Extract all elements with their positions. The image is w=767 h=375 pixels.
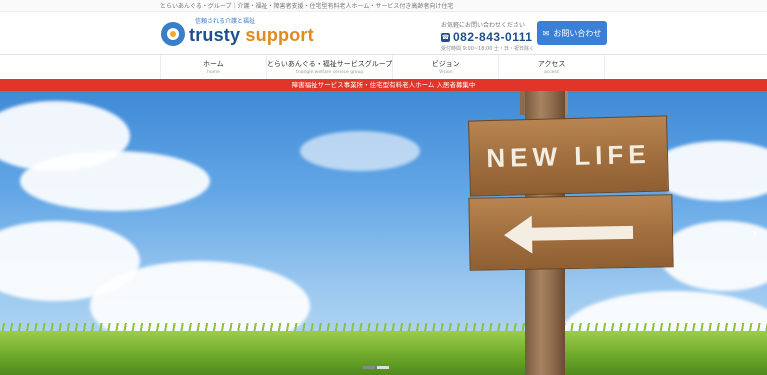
nav-label: アクセス bbox=[537, 60, 566, 68]
nav-sub-label: triangle welfare service group bbox=[295, 70, 364, 75]
contact-button[interactable]: ✉ お問い合わせ bbox=[537, 21, 607, 45]
nav-label: ビジョン bbox=[431, 60, 460, 68]
cloud bbox=[300, 131, 420, 171]
cloud bbox=[20, 151, 210, 211]
chevron-right-icon[interactable]: › bbox=[752, 226, 758, 242]
contact-block: お気軽にお問い合わせください ☎ 082-843-0111 受付時間 9:00~… bbox=[441, 20, 534, 52]
slider-dot[interactable] bbox=[363, 366, 375, 369]
nav-sub-label: access bbox=[543, 70, 560, 75]
hero-slider: NEW LIFE › bbox=[0, 91, 767, 375]
phone-row[interactable]: ☎ 082-843-0111 bbox=[441, 30, 534, 44]
logo-name-main: trusty bbox=[189, 25, 246, 45]
logo-texts: 信頼される介護と福祉 trusty support bbox=[189, 18, 314, 46]
notice-text: 障害福祉サービス事業所・住宅型有料老人ホーム 入居者募集中 bbox=[291, 81, 476, 89]
nav-sub-label: home bbox=[207, 70, 220, 75]
arrow-shaft bbox=[527, 225, 634, 241]
main-nav-items: ホーム home とらいあんぐる・福祉サービスグループ triangle wel… bbox=[160, 55, 605, 79]
top-info-text: とらいあんぐる・グループ｜介護・福祉・障害者支援・住宅型有料老人ホーム・サービス… bbox=[160, 3, 454, 10]
nav-item-access[interactable]: アクセス access bbox=[498, 55, 605, 79]
nav-item-group[interactable]: とらいあんぐる・福祉サービスグループ triangle welfare serv… bbox=[265, 55, 393, 79]
cloud bbox=[660, 221, 767, 291]
business-hours: 受付時間 9:00~18:00 土・日・祝日除く bbox=[441, 46, 535, 52]
slider-pagination bbox=[362, 366, 390, 369]
phone-number[interactable]: 082-843-0111 bbox=[453, 30, 532, 44]
nav-item-vision[interactable]: ビジョン Vision bbox=[392, 55, 498, 79]
nav-item-home[interactable]: ホーム home bbox=[160, 55, 266, 79]
sign-text: NEW LIFE bbox=[486, 138, 651, 173]
logo-name: trusty support bbox=[189, 24, 314, 46]
phone-icon: ☎ bbox=[441, 32, 450, 42]
mail-icon: ✉ bbox=[542, 28, 550, 38]
contact-lead: お気軽にお問い合わせください bbox=[441, 22, 526, 29]
main-nav: ホーム home とらいあんぐる・福祉サービスグループ triangle wel… bbox=[0, 54, 767, 79]
sign-board-arrow bbox=[468, 194, 674, 271]
nav-label: とらいあんぐる・福祉サービスグループ bbox=[266, 60, 393, 68]
top-info-bar: とらいあんぐる・グループ｜介護・福祉・障害者支援・住宅型有料老人ホーム・サービス… bbox=[0, 0, 767, 12]
nav-label: ホーム bbox=[203, 60, 224, 68]
slider-dot[interactable] bbox=[377, 366, 389, 369]
notice-banner[interactable]: 障害福祉サービス事業所・住宅型有料老人ホーム 入居者募集中 bbox=[0, 79, 767, 91]
logo-mark-icon bbox=[161, 22, 185, 46]
logo-name-accent: support bbox=[245, 25, 314, 45]
sign-board-new-life: NEW LIFE bbox=[468, 115, 669, 197]
contact-button-label: お問い合わせ bbox=[553, 28, 602, 38]
site-header: 信頼される介護と福祉 trusty support お気軽にお問い合わせください… bbox=[0, 12, 767, 54]
site-logo[interactable]: 信頼される介護と福祉 trusty support bbox=[161, 18, 314, 46]
nav-sub-label: Vision bbox=[439, 70, 453, 75]
logo-tagline: 信頼される介護と福祉 bbox=[195, 18, 256, 25]
